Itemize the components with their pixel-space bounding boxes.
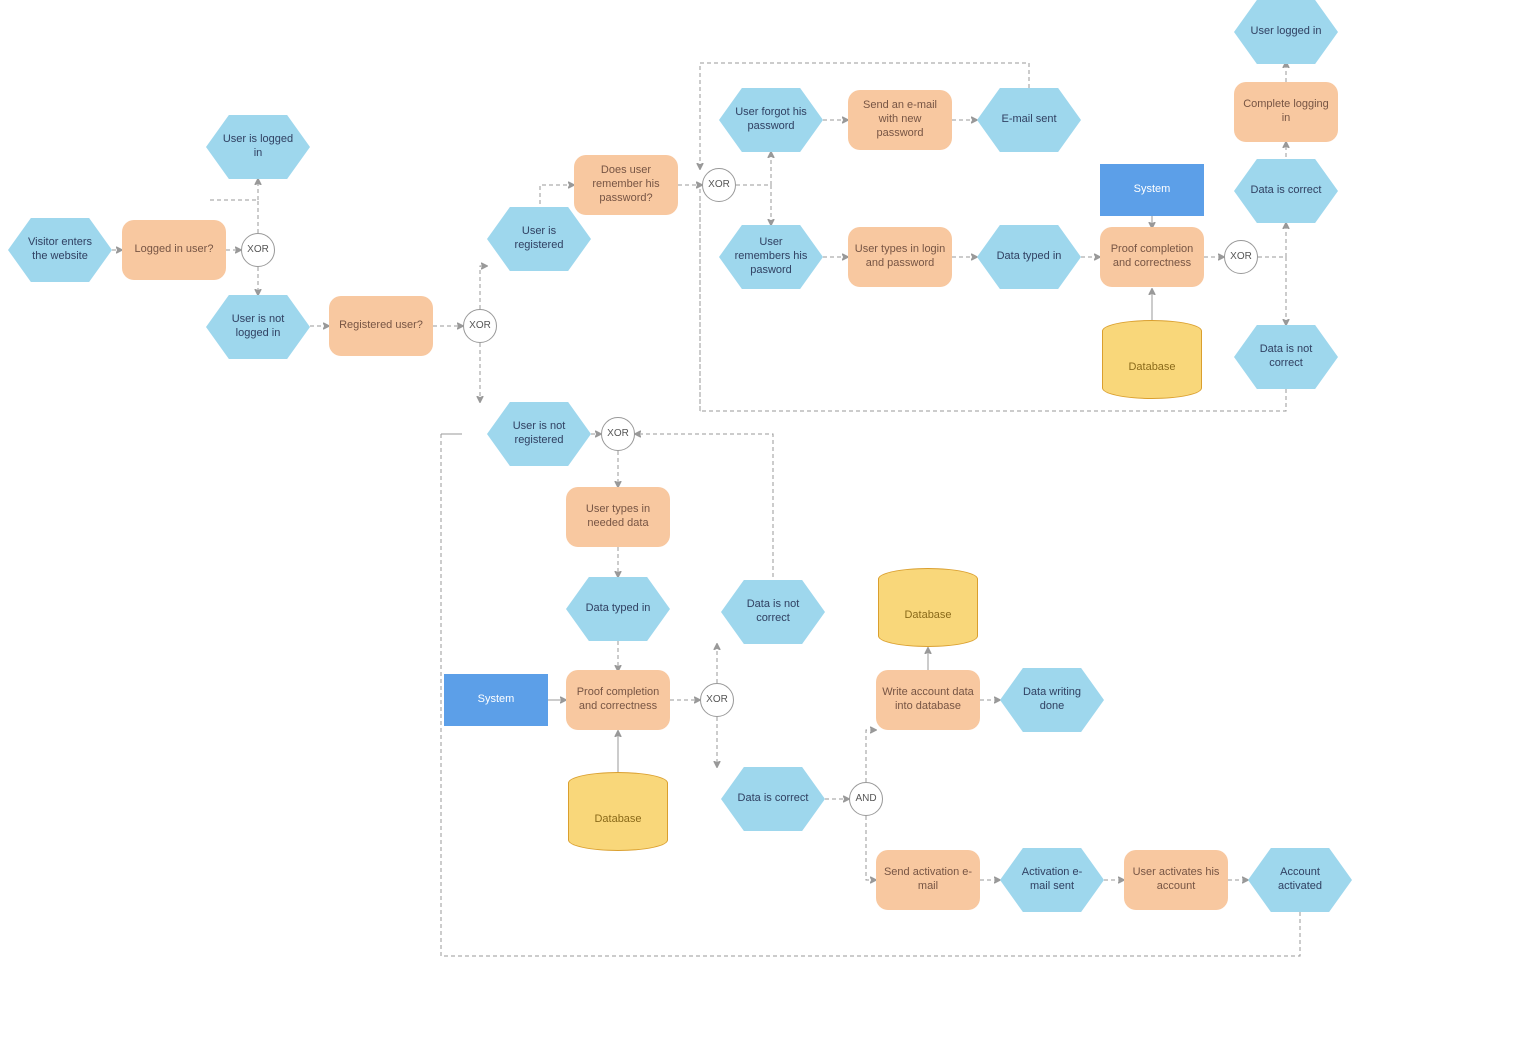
function-write-db: Write account data into database	[876, 670, 980, 730]
gate-xor-6: XOR	[700, 683, 734, 717]
event-email-sent: E-mail sent	[977, 88, 1081, 152]
function-types-login: User types in login and password	[848, 227, 952, 287]
gate-xor-2: XOR	[463, 309, 497, 343]
label: Data typed in	[586, 602, 651, 616]
event-user-not-logged-in: User is not logged in	[206, 295, 310, 359]
label: Database	[1128, 361, 1175, 375]
label: User remembers his pasword	[731, 236, 811, 277]
label: Data is not correct	[1246, 343, 1326, 371]
function-remember-pw-q: Does user remember his password?	[574, 155, 678, 215]
label: Logged in user?	[135, 243, 214, 257]
label: Data is not correct	[733, 598, 813, 626]
function-user-activates: User activates his account	[1124, 850, 1228, 910]
function-send-pw-email: Send an e-mail with new password	[848, 90, 952, 150]
label: XOR	[469, 320, 491, 333]
label: Data typed in	[997, 250, 1062, 264]
event-user-logged-in: User is logged in	[206, 115, 310, 179]
event-data-correct-1: Data is correct	[1234, 159, 1338, 223]
resource-database-2: Database	[568, 772, 668, 852]
label: Data writing done	[1012, 686, 1092, 714]
event-remembers-pw: User remembers his pasword	[719, 225, 823, 289]
label: User is not registered	[499, 420, 579, 448]
label: XOR	[708, 179, 730, 192]
event-user-logged-in-end: User logged in	[1234, 0, 1338, 64]
event-data-not-correct-1: Data is not correct	[1234, 325, 1338, 389]
label: User types in login and password	[854, 243, 946, 271]
event-user-registered: User is registered	[487, 207, 591, 271]
label: Complete logging in	[1240, 98, 1332, 126]
label: Send activation e-mail	[882, 866, 974, 894]
label: User is registered	[499, 225, 579, 253]
gate-xor-3: XOR	[702, 168, 736, 202]
event-forgot-pw: User forgot his password	[719, 88, 823, 152]
resource-system-1: System	[1100, 164, 1204, 216]
label: Account activated	[1260, 866, 1340, 894]
label: Write account data into database	[882, 686, 974, 714]
event-visitor-enters: Visitor enters the website	[8, 218, 112, 282]
label: User types in needed data	[572, 503, 664, 531]
label: Send an e-mail with new password	[854, 99, 946, 140]
event-activation-sent: Activation e-mail sent	[1000, 848, 1104, 912]
label: Database	[904, 609, 951, 623]
event-account-activated: Account activated	[1248, 848, 1352, 912]
event-data-typed-in-2: Data typed in	[566, 577, 670, 641]
resource-database-1: Database	[1102, 320, 1202, 400]
event-user-not-registered: User is not registered	[487, 402, 591, 466]
event-data-correct-2: Data is correct	[721, 767, 825, 831]
label: Proof completion and correctness	[1106, 243, 1198, 271]
function-logged-in-q: Logged in user?	[122, 220, 226, 280]
label: User is logged in	[218, 133, 298, 161]
gate-xor-4: XOR	[1224, 240, 1258, 274]
label: Database	[594, 813, 641, 827]
function-complete-login: Complete logging in	[1234, 82, 1338, 142]
resource-database-3: Database	[878, 568, 978, 648]
function-proof-2: Proof completion and correctness	[566, 670, 670, 730]
label: XOR	[706, 694, 728, 707]
label: XOR	[607, 428, 629, 441]
label: Registered user?	[339, 319, 423, 333]
event-data-typed-in-1: Data typed in	[977, 225, 1081, 289]
function-types-needed: User types in needed data	[566, 487, 670, 547]
event-data-not-correct-2: Data is not correct	[721, 580, 825, 644]
label: Activation e-mail sent	[1012, 866, 1092, 894]
label: System	[478, 693, 515, 707]
label: Data is correct	[1251, 184, 1322, 198]
gate-and-1: AND	[849, 782, 883, 816]
label: Data is correct	[738, 792, 809, 806]
resource-system-2: System	[444, 674, 548, 726]
label: XOR	[1230, 251, 1252, 264]
label: XOR	[247, 244, 269, 257]
label: Visitor enters the website	[20, 236, 100, 264]
label: User forgot his password	[731, 106, 811, 134]
event-data-writing-done: Data writing done	[1000, 668, 1104, 732]
function-send-activation: Send activation e-mail	[876, 850, 980, 910]
label: AND	[855, 793, 876, 806]
label: Proof completion and correctness	[572, 686, 664, 714]
gate-xor-5: XOR	[601, 417, 635, 451]
label: Does user remember his password?	[580, 164, 672, 205]
function-proof-1: Proof completion and correctness	[1100, 227, 1204, 287]
label: System	[1134, 183, 1171, 197]
label: User is not logged in	[218, 313, 298, 341]
gate-xor-1: XOR	[241, 233, 275, 267]
label: E-mail sent	[1001, 113, 1056, 127]
function-registered-q: Registered user?	[329, 296, 433, 356]
label: User logged in	[1251, 25, 1322, 39]
label: User activates his account	[1130, 866, 1222, 894]
